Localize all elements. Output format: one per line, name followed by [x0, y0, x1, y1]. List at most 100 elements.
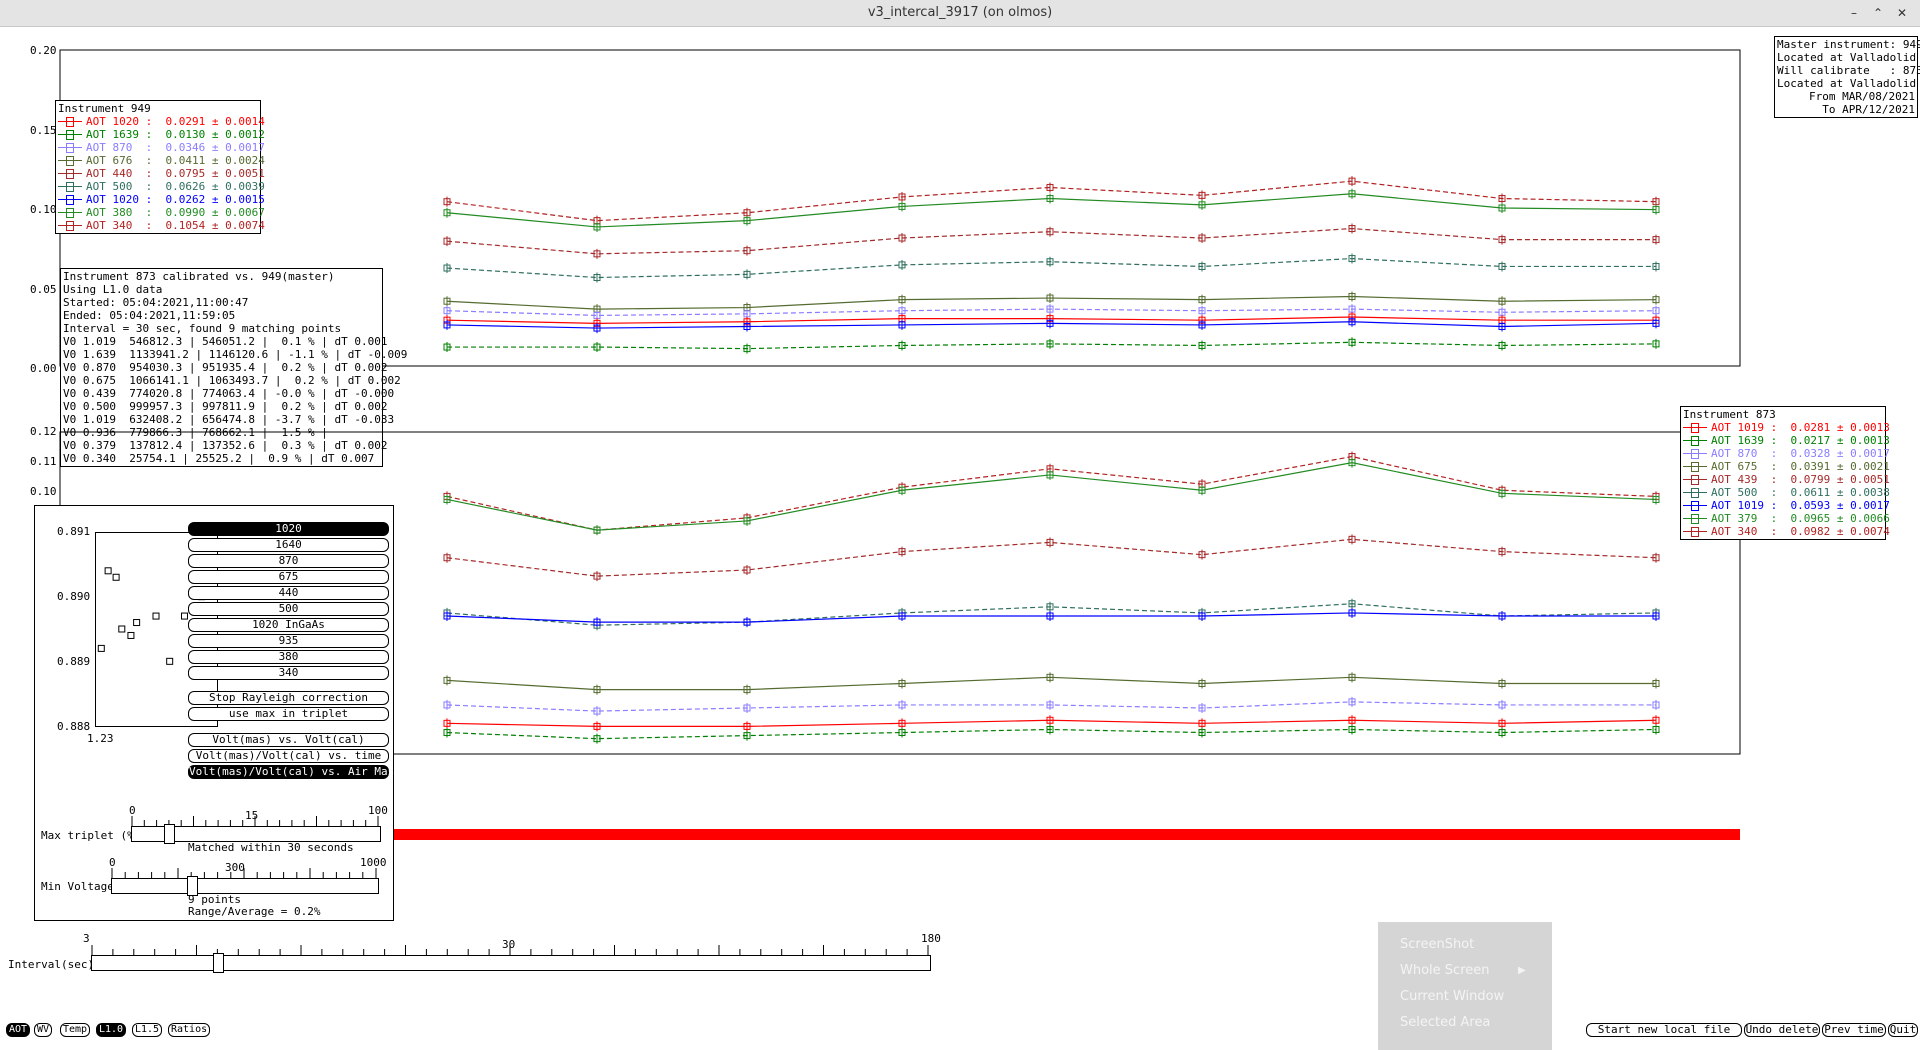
legend-marker-icon [1683, 488, 1707, 498]
window-titlebar[interactable]: v3_intercal_3917 (on olmos) – ⌃ ✕ [0, 0, 1920, 27]
channel-button[interactable]: 380 [188, 650, 389, 664]
plot-mode-button[interactable]: Volt(mas)/Volt(cal) vs. Air Mass [188, 765, 401, 779]
menu-item-screenshot[interactable]: ScreenShot [1400, 934, 1474, 956]
channel-button[interactable]: 340 [188, 666, 389, 680]
legend-label: AOT 1020 : [86, 193, 166, 206]
legend-value: 0.0626 ± 0.0039 [165, 180, 265, 193]
context-menu: ScreenShot Whole Screen ▶ Current Window… [1378, 922, 1552, 1050]
progress-bar [392, 829, 1740, 840]
legend-marker-icon [58, 182, 82, 192]
start-new-local-file-button[interactable]: Start new local file [1586, 1023, 1742, 1037]
legend-label: AOT 870 : [86, 141, 166, 154]
channel-button[interactable]: 870 [188, 554, 389, 568]
calib-info-line: Instrument 873 calibrated vs. 949(master… [63, 270, 335, 283]
max-triplet-slider[interactable] [131, 824, 381, 844]
series-line [446, 295, 1657, 310]
tab-l10[interactable]: L1.0 [96, 1023, 127, 1037]
legend-value: 0.0130 ± 0.0012 [165, 128, 265, 141]
min-voltage-slider[interactable] [111, 876, 379, 896]
legend-label: AOT 1020 : [86, 115, 166, 128]
minimize-icon[interactable]: – [1844, 3, 1864, 23]
legend-value: 0.0262 ± 0.0015 [165, 193, 265, 206]
legend-label: AOT 379 : [1711, 512, 1791, 525]
series-line [446, 701, 1656, 712]
legend-value: 0.0982 ± 0.0074 [1790, 525, 1890, 538]
tab-temp[interactable]: Temp [60, 1023, 91, 1037]
top-y-tick: 0.20 [30, 44, 57, 57]
plot-mode-button[interactable]: Volt(mas)/Volt(cal) vs. time [188, 749, 389, 763]
undo-delete-button[interactable]: Undo delete [1744, 1023, 1820, 1037]
legend-value: 0.0217 ± 0.0013 [1790, 434, 1890, 447]
legend-row: AOT 870 : 0.0346 ± 0.0017 [58, 141, 265, 154]
legend-value: 0.0611 ± 0.0038 [1790, 486, 1890, 499]
close-icon[interactable]: ✕ [1892, 3, 1912, 23]
legend-row: AOT 676 : 0.0411 ± 0.0024 [58, 154, 265, 167]
quit-button[interactable]: Quit [1888, 1023, 1918, 1037]
legend-marker-icon [58, 156, 82, 166]
series-line [446, 257, 1656, 279]
legend-row: AOT 870 : 0.0328 ± 0.0017 [1683, 447, 1890, 460]
master-info-line: Located at Valladolid [1777, 77, 1917, 90]
calib-info-line: V0 1.019 632408.2 | 656474.8 | -3.7 % | … [63, 413, 395, 426]
legend-marker-icon [58, 117, 82, 127]
voltage-ticks [111, 868, 377, 878]
tab-aot[interactable]: AOT [6, 1023, 31, 1037]
legend-marker-icon [1683, 449, 1707, 459]
maximize-icon[interactable]: ⌃ [1868, 3, 1888, 23]
series-line [446, 455, 1657, 531]
max-triplet-slider-handle[interactable] [164, 824, 176, 844]
legend-row: AOT 340 : 0.0982 ± 0.0074 [1683, 525, 1890, 538]
master-info-line: Master instrument: 949 [1777, 38, 1920, 51]
menu-item-current-window[interactable]: Current Window [1400, 986, 1504, 1008]
scatter-y-tick: 0.888 [57, 720, 91, 733]
legend-label: AOT 440 : [86, 167, 166, 180]
menu-item-whole-screen[interactable]: Whole Screen [1400, 960, 1489, 982]
triplet-button[interactable]: use max in triplet [188, 707, 389, 721]
legend-value: 0.0593 ± 0.0017 [1790, 499, 1890, 512]
bottom-y-tick: 0.12 [30, 425, 57, 438]
plot-mode-button[interactable]: Volt(mas) vs. Volt(cal) [188, 733, 389, 747]
legend-row: AOT 380 : 0.0990 ± 0.0067 [58, 206, 265, 219]
rayleigh-button[interactable]: Stop Rayleigh correction [188, 691, 389, 705]
legend-label: AOT 1019 : [1711, 499, 1791, 512]
calib-info-line: V0 0.439 774020.8 | 774063.4 | -0.0 % | … [63, 387, 395, 400]
tab-l15[interactable]: L1.5 [132, 1023, 163, 1037]
master-info-line: Located at Valladolid [1777, 51, 1917, 64]
interval-slider[interactable] [91, 953, 931, 973]
tab-wv[interactable]: WV [34, 1023, 53, 1037]
bottom-legend: Instrument 873 AOT 1019 : 0.0281 ± 0.001… [1680, 406, 1890, 540]
interval-slider-handle[interactable] [212, 953, 224, 973]
legend-value: 0.0328 ± 0.0017 [1790, 447, 1890, 460]
tab-ratios[interactable]: Ratios [168, 1023, 211, 1037]
channel-button[interactable]: 1020 [188, 522, 389, 536]
channel-button[interactable]: 1640 [188, 538, 389, 552]
channel-button[interactable]: 935 [188, 634, 389, 648]
series-line [446, 180, 1657, 222]
channel-button[interactable]: 440 [188, 586, 389, 600]
voltage-label: Min Voltage [41, 880, 114, 893]
legend-value: 0.0291 ± 0.0014 [165, 115, 265, 128]
channel-button[interactable]: 1020 InGaAs [188, 618, 389, 632]
top-y-tick: 0.15 [30, 124, 57, 137]
legend-row: AOT 340 : 0.1054 ± 0.0074 [58, 219, 265, 232]
legend-value: 0.0346 ± 0.0017 [165, 141, 265, 154]
series-line [446, 612, 1656, 623]
menu-item-selected-area[interactable]: Selected Area [1400, 1012, 1490, 1034]
legend-label: AOT 340 : [86, 219, 166, 232]
legend-label: AOT 500 : [1711, 486, 1791, 499]
legend-row: AOT 500 : 0.0611 ± 0.0038 [1683, 486, 1890, 499]
legend-marker-icon [58, 143, 82, 153]
interval-label: Interval(sec) [8, 958, 95, 971]
top-legend: Instrument 949 AOT 1020 : 0.0291 ± 0.001… [55, 100, 265, 234]
channel-button[interactable]: 500 [188, 602, 389, 616]
legend-row: AOT 379 : 0.0965 ± 0.0066 [1683, 512, 1890, 525]
prev-time-button[interactable]: Prev time [1822, 1023, 1886, 1037]
calib-info-line: V0 1.019 546812.3 | 546051.2 | 0.1 % | d… [63, 335, 388, 348]
legend-row: AOT 1639 : 0.0217 ± 0.0013 [1683, 434, 1890, 447]
bottom-plot-series [443, 451, 1660, 744]
master-info-box: Master instrument: 949 Located at Vallad… [1774, 36, 1920, 118]
master-info-line: To APR/12/2021 [1822, 103, 1915, 116]
channel-button[interactable]: 675 [188, 570, 389, 584]
calib-info-line: V0 1.639 1133941.2 | 1146120.6 | -1.1 % … [63, 348, 408, 361]
legend-row: AOT 1019 : 0.0281 ± 0.0013 [1683, 421, 1890, 434]
